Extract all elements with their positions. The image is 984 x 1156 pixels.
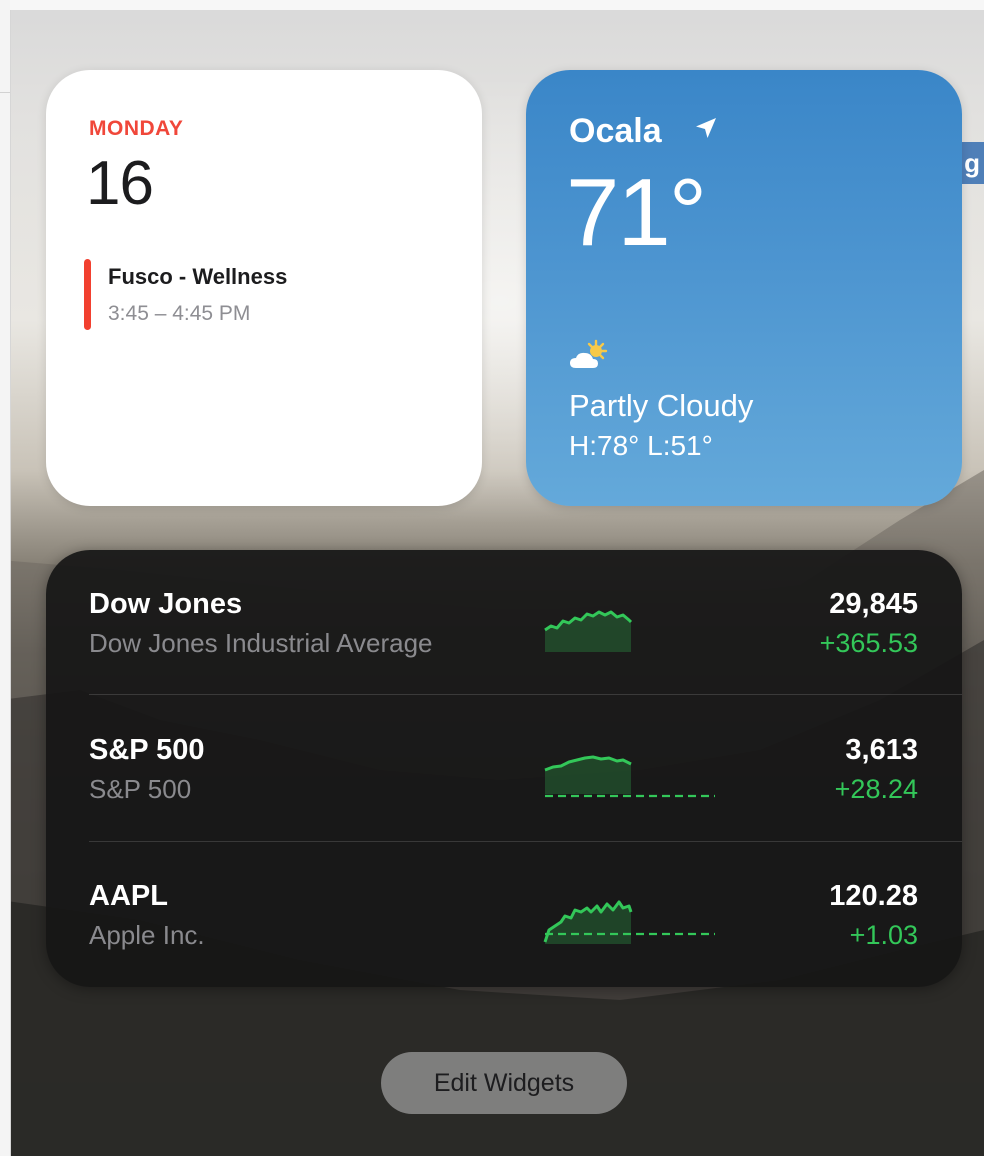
partly-cloudy-icon (570, 339, 608, 368)
widgets-screen: g MONDAY 16 Fusco - Wellness 3:45 – 4:45… (0, 0, 984, 1156)
edit-widgets-button[interactable]: Edit Widgets (381, 1052, 627, 1114)
weather-high-low: H:78° L:51° (569, 430, 713, 461)
stock-name: Dow Jones Industrial Average (89, 628, 433, 658)
stock-change: +1.03 (849, 920, 918, 950)
top-edge (10, 0, 984, 10)
stock-symbol: AAPL (89, 880, 168, 912)
event-title[interactable]: Fusco - Wellness (108, 264, 287, 290)
stock-change: +365.53 (819, 628, 918, 658)
stocks-widget[interactable]: Dow Jones Dow Jones Industrial Average 2… (46, 550, 962, 987)
location-arrow-icon (696, 118, 716, 138)
stock-row-sp500[interactable]: S&P 500 S&P 500 3,613 +28.24 (46, 696, 962, 842)
stock-row-aapl[interactable]: AAPL Apple Inc. 120.28 +1.03 (46, 842, 962, 988)
stock-sparkline (544, 755, 715, 798)
stock-sparkline (544, 610, 633, 652)
stock-change: +28.24 (834, 774, 918, 804)
event-time: 3:45 – 4:45 PM (108, 302, 251, 325)
weather-condition: Partly Cloudy (569, 388, 754, 423)
calendar-date: 16 (86, 149, 154, 218)
weather-widget[interactable]: Ocala 71° Partly Cloudy H:78° L:51° (526, 70, 962, 506)
calendar-widget[interactable]: MONDAY 16 Fusco - Wellness 3:45 – 4:45 P… (46, 70, 482, 506)
event-color-bar (84, 259, 91, 330)
stock-row-dow-jones[interactable]: Dow Jones Dow Jones Industrial Average 2… (46, 550, 962, 696)
stock-price: 29,845 (829, 588, 918, 620)
weather-city: Ocala (569, 112, 662, 150)
stock-symbol: Dow Jones (89, 588, 243, 620)
left-window-edge (0, 0, 11, 1156)
stock-price: 3,613 (845, 734, 918, 766)
stock-sparkline (543, 900, 715, 944)
calendar-weekday: MONDAY (89, 117, 184, 140)
stock-price: 120.28 (829, 880, 918, 912)
stock-name: Apple Inc. (89, 920, 205, 950)
stock-symbol: S&P 500 (89, 734, 205, 766)
stock-name: S&P 500 (89, 774, 192, 804)
weather-temperature: 71° (566, 159, 707, 266)
